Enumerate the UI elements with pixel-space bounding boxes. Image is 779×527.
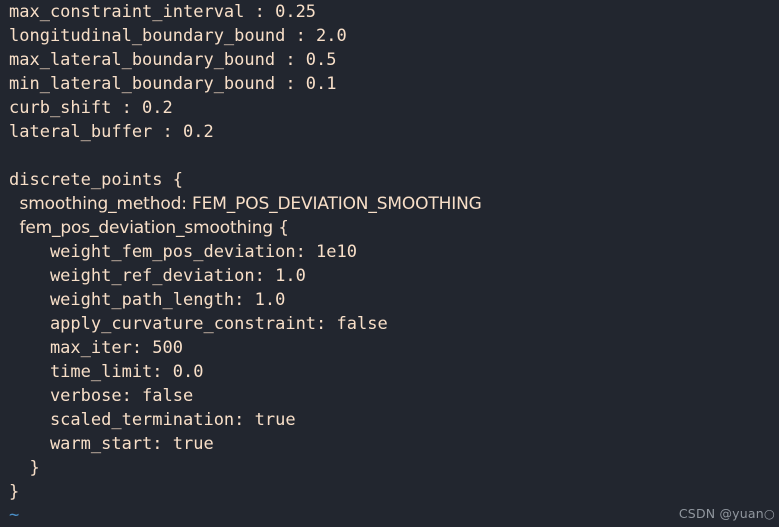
code-line: lateral_buffer : 0.2 [9, 122, 214, 142]
code-line: fem_pos_deviation_smoothing { [0, 216, 779, 240]
code-line: weight_path_length: 1.0 [9, 290, 286, 310]
code-line: } [9, 458, 40, 478]
code-line: max_lateral_boundary_bound : 0.5 [9, 50, 337, 70]
code-line: max_constraint_interval : 0.25 [9, 2, 317, 22]
code-line: longitudinal_boundary_bound : 2.0 [9, 26, 347, 46]
code-line: } [9, 482, 20, 502]
code-line: min_lateral_boundary_bound : 0.1 [9, 74, 337, 94]
code-line: discrete_points { [9, 170, 183, 190]
code-line: max_iter: 500 [9, 338, 183, 358]
code-line-text: smoothing_method: FEM_POS_DEVIATION_SMOO… [9, 194, 482, 214]
code-line: verbose: false [9, 386, 194, 406]
editor-window: max_constraint_interval : 0.25 longitudin… [0, 0, 779, 527]
watermark: CSDN @yuan○ [678, 506, 775, 521]
code-line-text: fem_pos_deviation_smoothing { [9, 218, 290, 238]
code-line: apply_curvature_constraint: false [9, 314, 388, 334]
code-text-area[interactable]: max_constraint_interval : 0.25 longitudin… [0, 0, 779, 504]
empty-line-marker: ~ [9, 505, 20, 525]
code-line: weight_ref_deviation: 1.0 [9, 266, 306, 286]
code-line: scaled_termination: true [9, 410, 296, 430]
code-line: warm_start: true [9, 434, 214, 454]
code-line: smoothing_method: FEM_POS_DEVIATION_SMOO… [0, 192, 779, 216]
code-line: curb_shift : 0.2 [9, 98, 173, 118]
code-line: time_limit: 0.0 [9, 362, 204, 382]
code-line: weight_fem_pos_deviation: 1e10 [9, 242, 357, 262]
